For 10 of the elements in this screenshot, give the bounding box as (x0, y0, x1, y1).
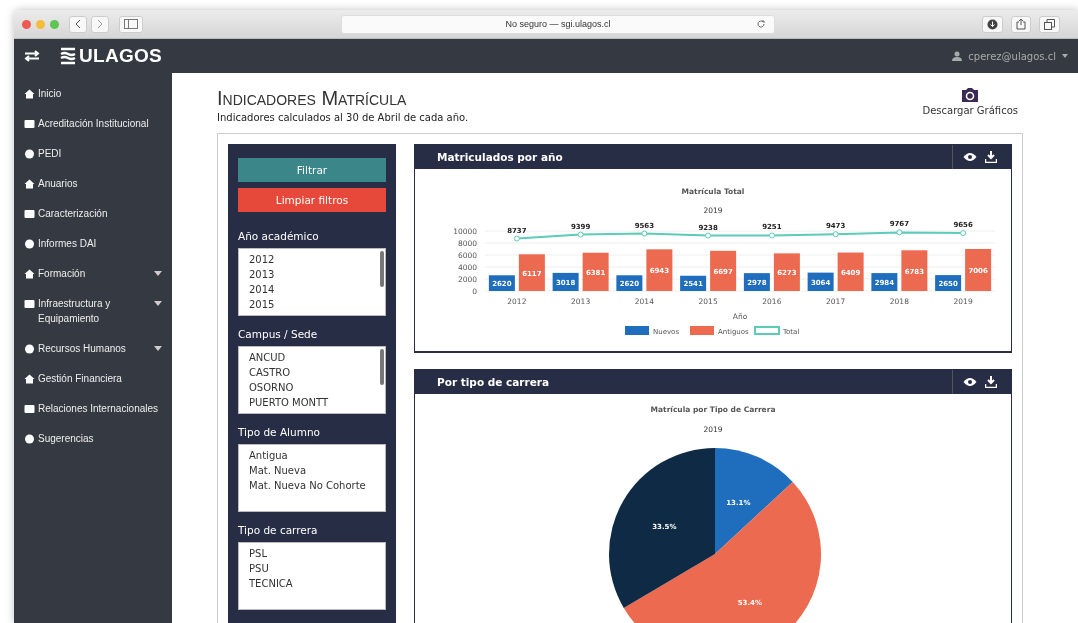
logo-text: ULAGOS (79, 45, 163, 67)
filter-label: Tipo de carrera (238, 524, 319, 536)
filter-label: Año académico (238, 230, 320, 242)
panel-title: Por tipo de carrera (437, 376, 550, 388)
page-title: Indicadores Matrícula (217, 87, 408, 110)
panel-title: Matriculados por año (437, 151, 563, 163)
page-subtitle: Indicadores calculados al 30 de Abril de cada año. (217, 112, 469, 123)
filter-label: Tipo de Alumno (238, 426, 321, 438)
filter-label: Campus / Sede (238, 328, 319, 340)
address-text: No seguro — sgi.ulagos.cl (505, 19, 611, 29)
